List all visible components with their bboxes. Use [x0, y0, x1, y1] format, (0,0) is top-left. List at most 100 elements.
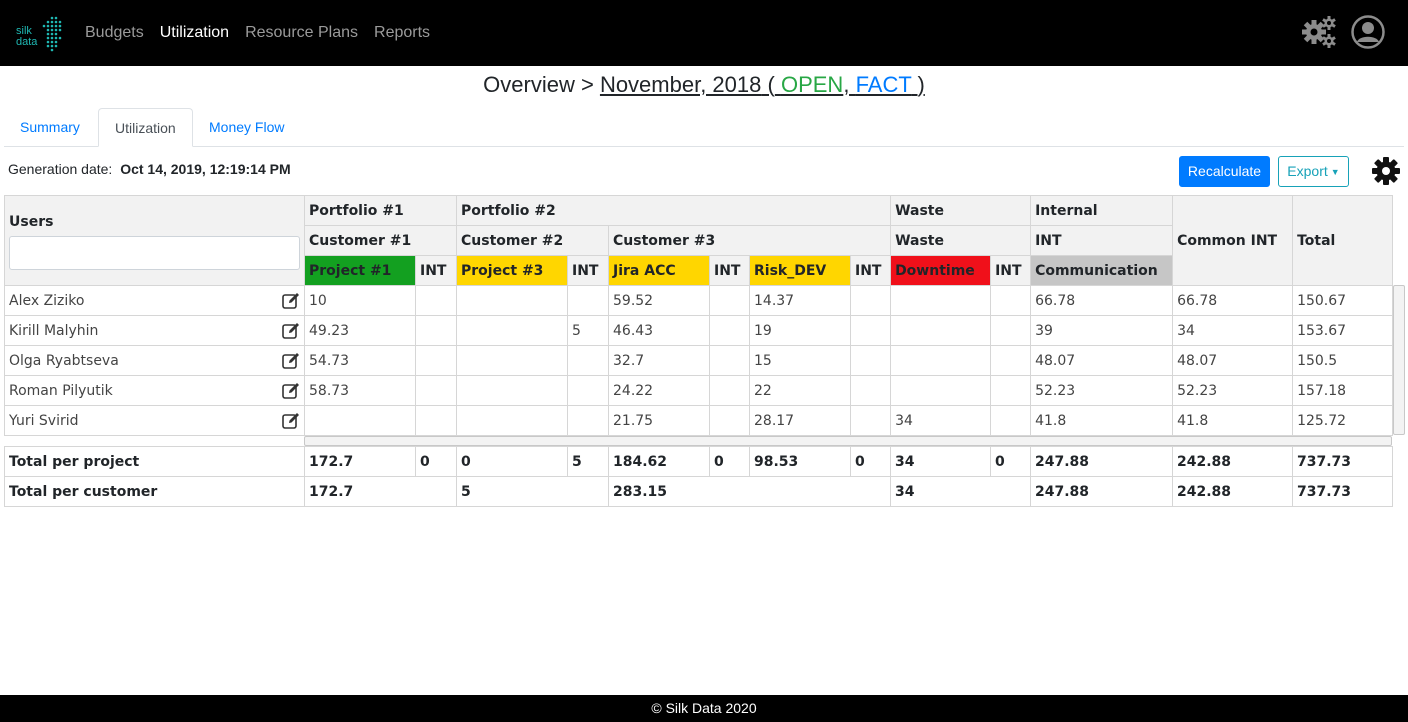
hours-cell: 32.7 — [608, 345, 710, 376]
user-name: Roman Pilyutik — [9, 382, 113, 399]
user-cell: Alex Ziziko — [4, 285, 305, 316]
hours-cell — [567, 405, 609, 436]
edit-icon[interactable] — [282, 292, 300, 310]
edit-icon[interactable] — [282, 322, 300, 340]
project-int-header: INT — [990, 255, 1032, 286]
silk-data-logo[interactable]: silk data — [14, 14, 64, 54]
users-filter-input[interactable] — [9, 236, 300, 270]
edit-icon[interactable] — [282, 412, 300, 430]
user-cell: Olga Ryabtseva — [4, 345, 305, 376]
project-header: Communication — [1030, 255, 1174, 286]
hours-cell: 14.37 — [749, 285, 851, 316]
total-cell: 34 — [890, 476, 1031, 507]
hours-cell: 5 — [567, 315, 609, 346]
portfolio-header: Portfolio #1 — [304, 195, 457, 226]
table-row: Alex Ziziko 10 59.52 14.37 66.78 66.78 150.67 — [4, 285, 1394, 316]
table-row: Yuri Svirid 21.75 28.17 34 41.8 41.8 125.72 — [4, 405, 1394, 436]
total-cell: 0 — [456, 446, 568, 477]
user-name: Olga Ryabtseva — [9, 352, 119, 369]
period-text: November, 2018 — [599, 72, 762, 97]
hours-cell: 66.78 — [1030, 285, 1174, 316]
users-header-label: Users — [9, 214, 54, 230]
total-cell: 0 — [850, 446, 891, 477]
hours-cell: 34 — [890, 405, 992, 436]
user-circle-icon[interactable] — [1351, 15, 1385, 49]
vertical-scrollbar[interactable] — [1393, 285, 1405, 435]
recalculate-button[interactable]: Recalculate — [1179, 156, 1270, 187]
project-header: Project #3 — [456, 255, 568, 286]
hours-cell: 48.07 — [1172, 345, 1294, 376]
customer-header: Customer #1 — [304, 225, 457, 256]
user-name: Alex Ziziko — [9, 292, 85, 309]
user-name: Kirill Malyhin — [9, 322, 99, 339]
hours-cell — [415, 405, 457, 436]
total-cell: 98.53 — [749, 446, 851, 477]
total-cell: 0 — [990, 446, 1031, 477]
project-header: Project #1 — [304, 255, 416, 286]
hours-cell — [415, 315, 457, 346]
status-comma: , — [843, 72, 850, 97]
hours-cell — [456, 345, 568, 376]
logo-text: silk data — [16, 26, 37, 48]
hours-cell: 49.23 — [304, 315, 416, 346]
horizontal-scrollbar[interactable] — [304, 436, 1392, 446]
hours-cell — [415, 285, 457, 316]
hours-cell — [849, 345, 892, 376]
period-link[interactable]: November, 2018 ( OPEN, FACT ) — [600, 72, 925, 97]
total-cell: 172.7 — [304, 476, 457, 507]
portfolio-header: Waste — [890, 195, 1032, 226]
page-title: Overview > November, 2018 ( OPEN, FACT ) — [0, 72, 1408, 98]
edit-icon[interactable] — [282, 352, 300, 370]
total-cell: 184.62 — [608, 446, 710, 477]
hours-cell: 19 — [749, 315, 851, 346]
hours-cell — [456, 285, 568, 316]
total-cell: 737.73 — [1292, 476, 1393, 507]
status-fact: FACT — [855, 72, 912, 97]
hours-cell: 15 — [749, 345, 851, 376]
hours-cell: 10 — [304, 285, 416, 316]
tab-summary[interactable]: Summary — [4, 108, 96, 147]
project-header: Jira ACC — [608, 255, 710, 286]
gear-icon[interactable] — [1371, 156, 1401, 186]
hours-cell — [849, 405, 892, 436]
hours-cell: 48.07 — [1030, 345, 1174, 376]
hours-cell — [567, 285, 609, 316]
nav-link-reports[interactable]: Reports — [374, 24, 430, 42]
hours-cell: 157.18 — [1292, 375, 1394, 406]
hours-cell: 58.73 — [304, 375, 416, 406]
total-cell: 0 — [709, 446, 750, 477]
nav-link-utilization[interactable]: Utilization — [160, 24, 229, 42]
export-dropdown-button[interactable]: Export ▼ — [1278, 156, 1349, 187]
tab-utilization[interactable]: Utilization — [98, 108, 193, 147]
project-int-header: INT — [415, 255, 457, 286]
hours-cell: 21.75 — [608, 405, 710, 436]
customer-header: Waste — [890, 225, 1032, 256]
customer-header: INT — [1030, 225, 1174, 256]
hours-cell: 24.22 — [608, 375, 710, 406]
nav-link-budgets[interactable]: Budgets — [85, 24, 144, 42]
hours-cell — [990, 345, 1032, 376]
status-open: OPEN — [780, 72, 844, 97]
project-header: Risk_DEV — [749, 255, 851, 286]
hours-cell: 39 — [1030, 315, 1174, 346]
total-cell: 247.88 — [1030, 446, 1173, 477]
hours-cell — [709, 345, 750, 376]
utilization-table: Users Portfolio #1 Portfolio #2 Waste In… — [4, 195, 1394, 436]
hours-cell — [890, 285, 992, 316]
nav-link-resource-plans[interactable]: Resource Plans — [245, 24, 358, 42]
tab-money-flow[interactable]: Money Flow — [193, 108, 300, 147]
user-cell: Roman Pilyutik — [4, 375, 305, 406]
hours-cell — [990, 315, 1032, 346]
tab-bar: Summary Utilization Money Flow — [4, 108, 1404, 147]
hours-cell — [415, 375, 457, 406]
total-cell: 737.73 — [1292, 446, 1393, 477]
gears-icon[interactable] — [1300, 14, 1338, 50]
hours-cell — [415, 345, 457, 376]
hours-cell: 41.8 — [1030, 405, 1174, 436]
top-navbar: silk data Budgets Utilization Resource P… — [0, 0, 1408, 66]
title-prefix: Overview > — [483, 72, 594, 97]
edit-icon[interactable] — [282, 382, 300, 400]
hours-cell — [890, 345, 992, 376]
common-int-header: Common INT — [1172, 195, 1294, 286]
generation-date-label: Generation date: — [8, 161, 113, 177]
